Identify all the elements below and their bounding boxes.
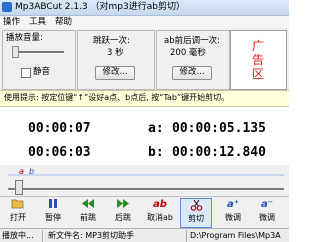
status-new-filename: 新文件名: MP3剪切助手	[48, 231, 135, 240]
pause-icon	[38, 198, 68, 212]
title-bar[interactable]: Mp3ABCut 2.1.3 （对mp3进行ab剪切）	[0, 0, 289, 16]
marker-b: b	[29, 167, 35, 176]
b-plus-icon: a⁻	[260, 199, 274, 210]
a-point-time: 00:00:05.135	[172, 121, 266, 136]
status-path: D:\Program Files\Mp3A	[190, 231, 281, 240]
folder-icon	[3, 198, 33, 212]
skip-forward-label: 后跳	[115, 213, 131, 222]
marker-a: a	[19, 167, 24, 176]
volume-label: 播放音量:	[6, 33, 43, 43]
fine-tune-a-label: 微调	[225, 213, 241, 222]
status-divider	[42, 230, 43, 242]
fine-tune-a-button[interactable]: a⁺ 微调	[218, 198, 248, 226]
cut-label: 剪切	[188, 214, 204, 223]
cancel-ab-button[interactable]: ab 取消ab	[143, 198, 177, 226]
skip-value: 3 秒	[107, 48, 124, 58]
skip-label: 跳跃一次:	[93, 36, 130, 46]
status-divider	[186, 230, 187, 242]
status-bar: 播放中... 新文件名: MP3剪切助手 D:\Program Files\Mp…	[0, 228, 289, 242]
menu-operate[interactable]: 操作	[3, 16, 20, 28]
b-point-time: 00:00:12.840	[172, 145, 266, 160]
skip-back-icon	[73, 198, 103, 212]
menu-bar: 操作 工具 帮助	[0, 16, 289, 28]
seek-slider-track[interactable]	[8, 188, 284, 191]
ad-area: 广 告 区	[230, 30, 287, 90]
hint-text: 使用提示: 按定位键“↑”设好a点、b点后, 按“Tab”键开始剪切。	[4, 93, 230, 102]
fine-tune-modify-button[interactable]: 修改...	[172, 66, 212, 80]
a-plus-icon: a⁺	[226, 199, 240, 210]
open-label: 打开	[10, 213, 26, 222]
skip-forward-button[interactable]: 后跳	[108, 198, 138, 226]
hint-bar: 使用提示: 按定位键“↑”设好a点、b点后, 按“Tab”键开始剪切。	[0, 90, 289, 107]
total-time: 00:06:03	[28, 145, 91, 160]
scissors-icon	[181, 199, 211, 213]
ad-char-1: 广	[251, 39, 264, 53]
app-window: Mp3ABCut 2.1.3 （对mp3进行ab剪切） 操作 工具 帮助 播放音…	[0, 0, 289, 242]
app-icon	[2, 2, 12, 12]
ab-range-bar	[8, 174, 284, 176]
b-point-label: b:	[148, 145, 164, 160]
mute-checkbox[interactable]	[21, 68, 31, 78]
cut-button[interactable]: 剪切	[180, 198, 212, 228]
ab-cancel-icon: ab	[153, 199, 167, 210]
skip-modify-button[interactable]: 修改...	[95, 66, 135, 80]
skip-back-button[interactable]: 前跳	[73, 198, 103, 226]
fine-tune-b-label: 微调	[259, 213, 275, 222]
time-display: 00:00:07 00:06:03 a: 00:00:05.135 b: 00:…	[0, 107, 289, 165]
skip-back-label: 前跳	[80, 213, 96, 222]
menu-tools[interactable]: 工具	[29, 16, 46, 28]
pause-button[interactable]: 暂停	[38, 198, 68, 226]
ad-char-3: 区	[251, 67, 264, 81]
volume-slider-thumb[interactable]	[12, 46, 19, 58]
mute-label: 静音	[33, 67, 51, 77]
status-playing: 播放中...	[2, 231, 34, 240]
a-point-label: a:	[148, 121, 164, 136]
pause-label: 暂停	[45, 213, 61, 222]
seek-slider-thumb[interactable]	[15, 180, 23, 195]
fine-tune-value: 200 毫秒	[170, 48, 206, 58]
volume-slider-track[interactable]	[12, 51, 64, 54]
fine-tune-label: ab前后调一次:	[164, 36, 220, 46]
window-title: Mp3ABCut 2.1.3 （对mp3进行ab剪切）	[15, 2, 185, 12]
fine-tune-b-button[interactable]: a⁻ 微调	[252, 198, 282, 226]
menu-help[interactable]: 帮助	[55, 16, 72, 28]
current-time: 00:00:07	[28, 121, 91, 136]
open-button[interactable]: 打开	[3, 198, 33, 226]
skip-forward-icon	[108, 198, 138, 212]
cancel-ab-label: 取消ab	[147, 213, 173, 222]
ad-char-2: 告	[251, 53, 264, 67]
